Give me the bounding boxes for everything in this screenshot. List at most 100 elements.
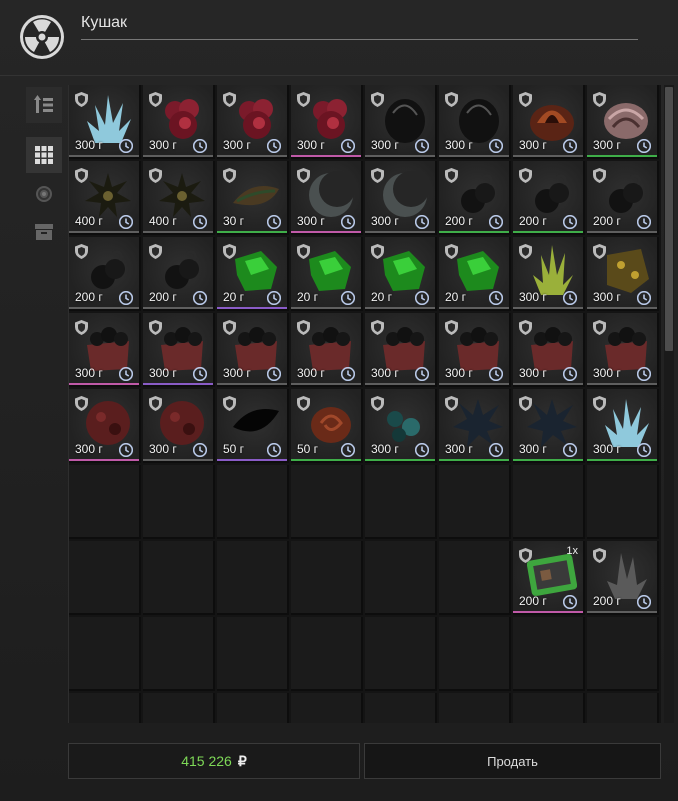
empty-slot[interactable] [291,617,363,691]
item-price: 200 г [593,594,621,608]
inventory-item-slot[interactable]: 300 г [217,313,289,387]
grid-scrollbar[interactable] [664,85,674,723]
inventory-item-slot[interactable]: 300 г [291,313,363,387]
shield-icon [149,396,162,411]
empty-slot[interactable] [291,541,363,615]
inventory-item-slot[interactable]: 300 г [513,85,585,159]
inventory-item-slot[interactable]: 200 г [587,161,659,235]
empty-slot[interactable] [513,693,585,723]
inventory-item-slot[interactable]: 300 г [365,85,437,159]
rarity-bar [365,383,435,385]
clock-icon [563,443,577,457]
clock-icon [415,443,429,457]
empty-slot[interactable] [587,465,659,539]
empty-slot[interactable] [69,617,141,691]
empty-slot[interactable] [69,541,141,615]
inventory-item-slot[interactable]: 300 г [365,313,437,387]
clock-icon [193,139,207,153]
inventory-item-slot[interactable]: 300 г [69,389,141,463]
inventory-item-slot[interactable]: 300 г [587,313,659,387]
artifact-filter-button[interactable] [26,176,62,212]
inventory-item-slot[interactable]: 50 г [217,389,289,463]
inventory-item-slot[interactable]: 200 г [439,161,511,235]
empty-slot[interactable] [69,465,141,539]
scroll-thumb[interactable] [665,87,673,351]
empty-slot[interactable] [439,693,511,723]
inventory-item-slot[interactable]: 300 г [291,85,363,159]
inventory-item-slot[interactable]: 300 г [365,389,437,463]
inventory-item-slot[interactable]: 200 г [513,161,585,235]
inventory-item-slot[interactable]: 200 г [143,237,215,311]
inventory-item-slot[interactable]: 300 г [439,313,511,387]
empty-slot[interactable] [439,465,511,539]
inventory-item-slot[interactable]: 300 г [439,389,511,463]
inventory-item-slot[interactable]: 300 г [439,85,511,159]
empty-slot[interactable] [365,693,437,723]
empty-slot[interactable] [217,465,289,539]
grid-view-button[interactable] [26,137,62,173]
empty-slot[interactable] [217,693,289,723]
sell-button[interactable]: Продать [364,743,661,779]
grid-view-icon [35,146,53,164]
empty-slot[interactable] [143,465,215,539]
inventory-item-slot[interactable]: 300 г [143,85,215,159]
container-filter-button[interactable] [26,214,62,250]
rarity-bar [69,383,139,385]
rarity-bar [513,383,583,385]
inventory-item-slot[interactable]: 300 г [69,313,141,387]
inventory-item-slot[interactable]: 300 г [291,161,363,235]
inventory-item-slot[interactable]: 400 г [69,161,141,235]
inventory-item-slot[interactable]: 300 г [587,85,659,159]
inventory-item-slot[interactable]: 400 г [143,161,215,235]
rarity-bar [439,307,509,309]
shield-icon [445,320,458,335]
inventory-item-slot[interactable]: 300 г [513,389,585,463]
inventory-item-slot[interactable]: 300 г [217,85,289,159]
sort-button[interactable] [26,87,62,123]
empty-slot[interactable] [513,465,585,539]
empty-slot[interactable] [365,465,437,539]
inventory-item-slot[interactable]: 300 г [143,313,215,387]
inventory-item-slot[interactable]: 200 г [69,237,141,311]
inventory-item-slot[interactable]: 300 г [587,389,659,463]
empty-slot[interactable] [143,541,215,615]
inventory-item-slot[interactable]: 200 г [587,541,659,615]
clock-icon [193,291,207,305]
inventory-item-slot[interactable]: 30 г [217,161,289,235]
shield-icon [149,320,162,335]
empty-slot[interactable] [291,693,363,723]
empty-slot[interactable] [143,617,215,691]
inventory-item-slot[interactable]: 20 г [291,237,363,311]
empty-slot[interactable] [365,617,437,691]
empty-slot[interactable] [365,541,437,615]
inventory-item-slot[interactable]: 20 г [439,237,511,311]
empty-slot[interactable] [587,693,659,723]
inventory-item-slot[interactable]: 50 г [291,389,363,463]
shield-icon [593,92,606,107]
empty-slot[interactable] [217,617,289,691]
rarity-bar [365,231,435,233]
inventory-item-slot[interactable]: 300 г [513,313,585,387]
inventory-item-slot[interactable]: 300 г [365,161,437,235]
rarity-bar [513,155,583,157]
rarity-bar [291,307,361,309]
clock-icon [415,291,429,305]
inventory-item-slot[interactable]: 300 г [513,237,585,311]
empty-slot[interactable] [439,617,511,691]
empty-slot[interactable] [513,617,585,691]
empty-slot[interactable] [587,617,659,691]
empty-slot[interactable] [291,465,363,539]
inventory-item-slot[interactable]: 300 г [69,85,141,159]
inventory-item-slot[interactable]: 20 г [365,237,437,311]
inventory-item-slot[interactable]: 300 г [143,389,215,463]
empty-slot[interactable] [217,541,289,615]
clock-icon [267,443,281,457]
empty-slot[interactable] [143,693,215,723]
empty-slot[interactable] [69,693,141,723]
shield-icon [223,92,236,107]
shield-icon [519,396,532,411]
inventory-item-slot[interactable]: 20 г [217,237,289,311]
empty-slot[interactable] [439,541,511,615]
inventory-item-slot[interactable]: 300 г [587,237,659,311]
inventory-item-slot[interactable]: 200 г 1x [513,541,585,615]
